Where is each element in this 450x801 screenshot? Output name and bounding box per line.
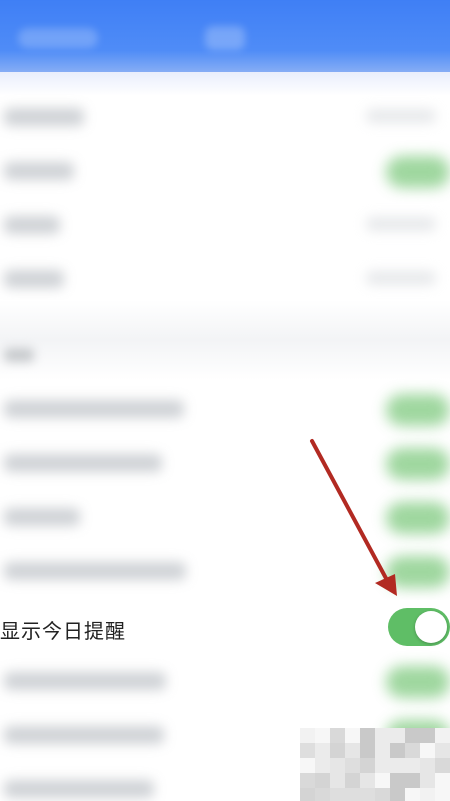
settings-row-blurred[interactable] — [0, 544, 450, 598]
show-today-reminder-row[interactable]: 显示今日提醒 — [0, 600, 450, 656]
mosaic-tile — [375, 788, 390, 801]
mosaic-tile — [300, 728, 315, 743]
mosaic-tile — [315, 728, 330, 743]
row-label-blurred — [4, 780, 154, 798]
mosaic-tile — [300, 788, 315, 801]
mosaic-tile — [405, 743, 420, 758]
mosaic-tile — [405, 773, 420, 788]
mosaic-tile — [435, 728, 450, 743]
show-today-reminder-toggle[interactable] — [388, 608, 450, 646]
mosaic-tile — [390, 788, 405, 801]
app-bar-title-blurred — [205, 26, 245, 50]
mosaic-tile — [360, 773, 375, 788]
row-label-blurred — [4, 454, 162, 472]
mosaic-tile — [390, 728, 405, 743]
mosaic-tile — [330, 788, 345, 801]
mosaic-tile — [420, 773, 435, 788]
pixelated-watermark — [300, 728, 450, 801]
toggle-blurred[interactable] — [386, 394, 450, 426]
mosaic-tile — [315, 743, 330, 758]
toggle-blurred[interactable] — [386, 556, 450, 588]
toggle-blurred[interactable] — [386, 502, 450, 534]
mosaic-tile — [435, 743, 450, 758]
mosaic-tile — [435, 773, 450, 788]
row-value-blurred — [366, 109, 436, 123]
row-label-blurred — [4, 672, 166, 690]
mosaic-tile — [420, 788, 435, 801]
row-label-blurred — [4, 216, 60, 234]
back-button-blurred[interactable] — [18, 28, 98, 48]
mosaic-tile — [405, 758, 420, 773]
mosaic-tile — [345, 773, 360, 788]
mosaic-tile — [375, 743, 390, 758]
settings-row-blurred[interactable] — [0, 198, 450, 252]
settings-row-blurred[interactable] — [0, 490, 450, 544]
show-today-reminder-label: 显示今日提醒 — [0, 619, 126, 643]
mosaic-tile — [330, 758, 345, 773]
row-label-blurred — [4, 562, 186, 580]
row-label-blurred — [4, 726, 164, 744]
mosaic-tile — [420, 758, 435, 773]
mosaic-tile — [345, 743, 360, 758]
row-value-blurred — [366, 217, 436, 231]
mosaic-tile — [330, 773, 345, 788]
mosaic-tile — [360, 788, 375, 801]
section-divider — [0, 300, 450, 380]
mosaic-tile — [390, 743, 405, 758]
mosaic-tile — [435, 758, 450, 773]
settings-row-blurred[interactable] — [0, 90, 450, 144]
mosaic-tile — [360, 758, 375, 773]
app-bar — [0, 0, 450, 72]
mosaic-tile — [300, 773, 315, 788]
mosaic-tile — [345, 788, 360, 801]
mosaic-tile — [405, 788, 420, 801]
row-value-blurred — [366, 271, 436, 285]
mosaic-tile — [420, 743, 435, 758]
toggle-knob — [415, 611, 447, 643]
row-label-blurred — [4, 270, 64, 288]
settings-row-blurred[interactable] — [0, 654, 450, 708]
toggle-blurred[interactable] — [386, 156, 450, 188]
settings-row-blurred[interactable] — [0, 252, 450, 306]
mosaic-tile — [300, 743, 315, 758]
mosaic-tile — [375, 773, 390, 788]
settings-screen: 显示今日提醒 — [0, 0, 450, 801]
mosaic-tile — [420, 728, 435, 743]
mosaic-tile — [360, 728, 375, 743]
settings-row-blurred[interactable] — [0, 382, 450, 436]
mosaic-tile — [330, 728, 345, 743]
row-label-blurred — [4, 508, 80, 526]
mosaic-tile — [435, 788, 450, 801]
toggle-blurred[interactable] — [386, 666, 450, 698]
mosaic-tile — [300, 758, 315, 773]
mosaic-tile — [330, 743, 345, 758]
settings-row-blurred[interactable] — [0, 436, 450, 490]
mosaic-tile — [390, 773, 405, 788]
mosaic-tile — [315, 788, 330, 801]
row-label-blurred — [4, 108, 84, 126]
section-header-blurred — [4, 348, 34, 362]
toggle-blurred[interactable] — [386, 448, 450, 480]
mosaic-tile — [315, 758, 330, 773]
row-label-blurred — [4, 400, 184, 418]
mosaic-tile — [405, 728, 420, 743]
mosaic-tile — [345, 758, 360, 773]
row-label-blurred — [4, 162, 74, 180]
settings-row-blurred[interactable] — [0, 144, 450, 198]
mosaic-tile — [360, 743, 375, 758]
mosaic-tile — [390, 758, 405, 773]
mosaic-tile — [375, 758, 390, 773]
mosaic-tile — [345, 728, 360, 743]
mosaic-tile — [315, 773, 330, 788]
mosaic-tile — [375, 728, 390, 743]
